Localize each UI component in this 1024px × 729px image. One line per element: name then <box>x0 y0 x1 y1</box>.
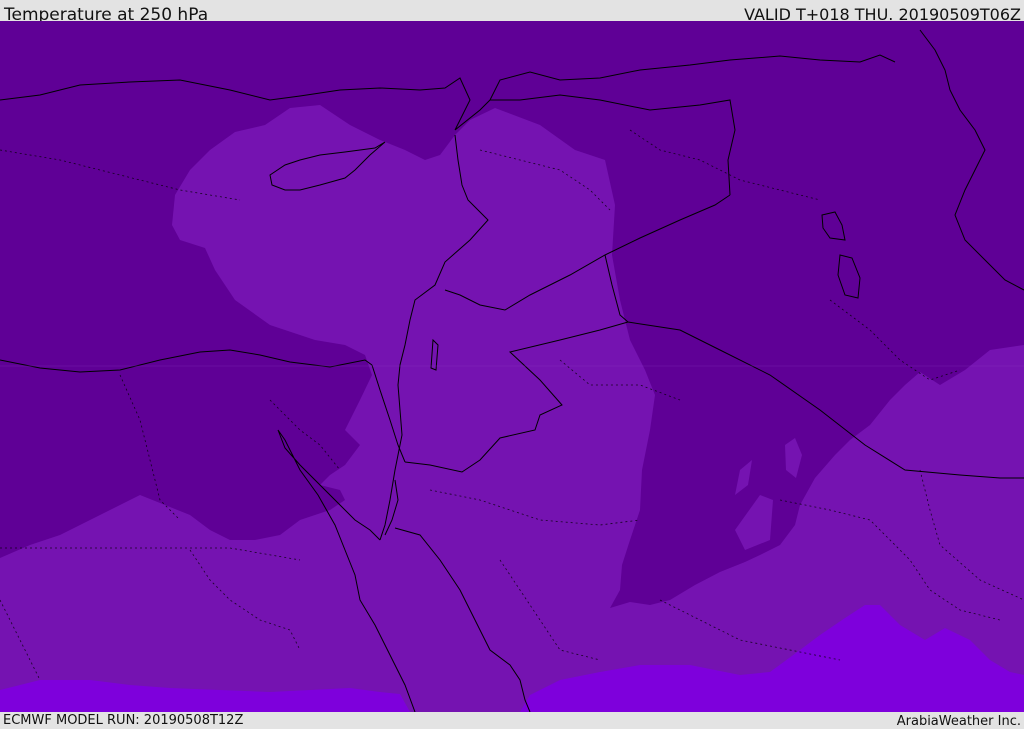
credit-label: ArabiaWeather Inc. <box>896 714 1021 729</box>
footer-bar: ECMWF MODEL RUN: 20190508T12Z ArabiaWeat… <box>0 712 1024 729</box>
header-bar: Temperature at 250 hPa VALID T+018 THU. … <box>0 0 1024 25</box>
temperature-map <box>0 21 1024 712</box>
model-run-label: ECMWF MODEL RUN: 20190508T12Z <box>3 713 244 728</box>
